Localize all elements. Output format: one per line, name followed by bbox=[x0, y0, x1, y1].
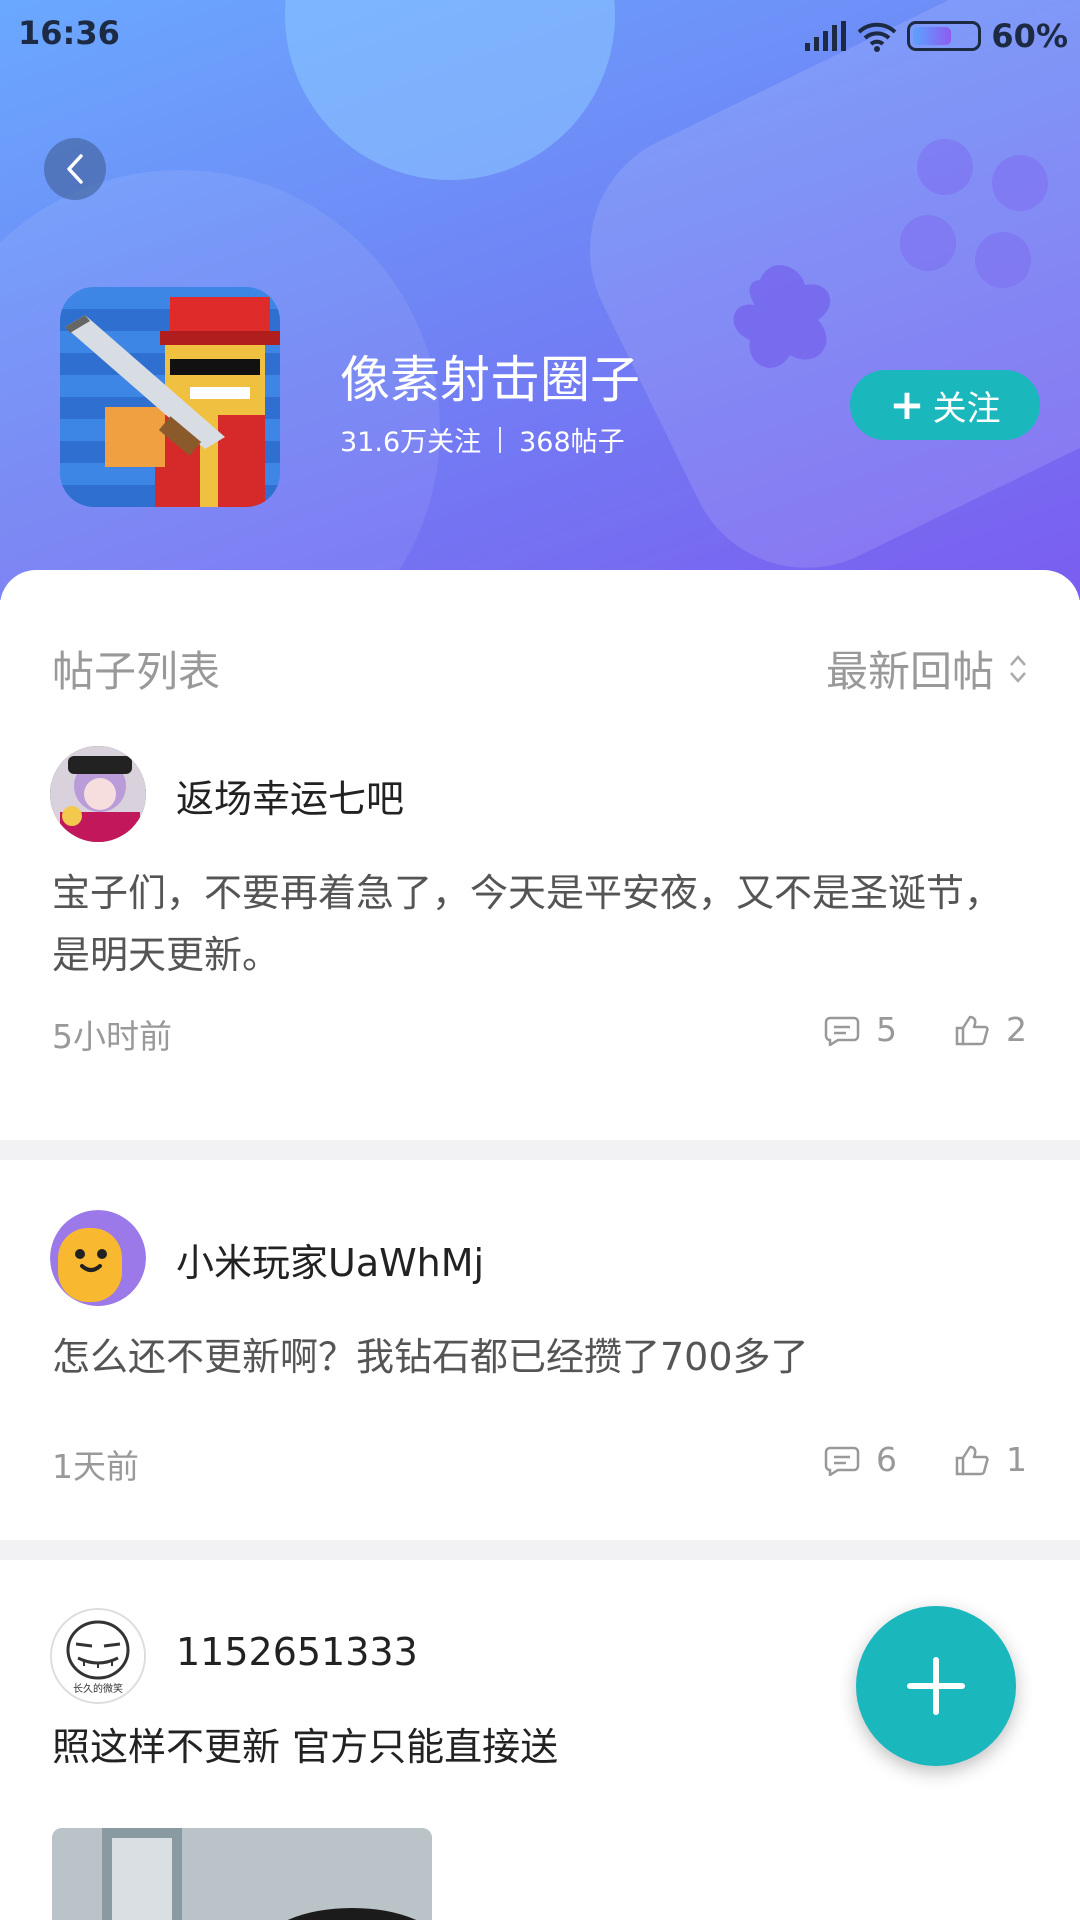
sort-label: 最新回帖 bbox=[825, 647, 994, 696]
avatar[interactable] bbox=[50, 746, 146, 842]
new-post-button[interactable] bbox=[856, 1606, 1016, 1766]
back-button[interactable] bbox=[44, 138, 106, 200]
battery-level: 60% bbox=[991, 17, 1068, 55]
emoji-avatar-art bbox=[50, 1210, 146, 1306]
avatar[interactable] bbox=[50, 1210, 146, 1306]
like-count: 1 bbox=[1006, 1440, 1027, 1479]
anime-avatar-art bbox=[50, 746, 146, 842]
post-item[interactable]: 返场幸运七吧 宝子们，不要再着急了，今天是平安夜，又不是圣诞节，是明天更新。 5… bbox=[0, 720, 1080, 1140]
like-count: 2 bbox=[1006, 1010, 1027, 1049]
plus-icon bbox=[907, 1657, 965, 1715]
post-divider bbox=[0, 1140, 1080, 1160]
post-divider bbox=[0, 1540, 1080, 1560]
follow-button[interactable]: + 关注 bbox=[850, 370, 1040, 440]
avatar[interactable]: 长久的微笑 bbox=[50, 1608, 146, 1704]
post-author[interactable]: 1152651333 bbox=[176, 1630, 418, 1674]
comment-count: 6 bbox=[876, 1440, 897, 1479]
stats-divider bbox=[499, 426, 502, 453]
like-button[interactable]: 1 bbox=[954, 1440, 1027, 1479]
post-image[interactable] bbox=[52, 1828, 432, 1920]
follow-label: 关注 bbox=[932, 388, 1001, 429]
status-bar: 16:36 60% bbox=[0, 0, 1080, 72]
comment-button[interactable]: 6 bbox=[824, 1440, 897, 1479]
pixel-gunner-art bbox=[65, 297, 280, 507]
battery-icon bbox=[907, 21, 982, 51]
thumbs-up-icon bbox=[955, 1015, 989, 1045]
follower-count: 31.6万关注 bbox=[340, 427, 482, 458]
wifi-icon bbox=[858, 22, 897, 52]
post-author[interactable]: 返场幸运七吧 bbox=[176, 768, 404, 823]
post-time: 5小时前 bbox=[52, 1017, 172, 1056]
signal-icon bbox=[805, 21, 847, 51]
post-count: 368帖子 bbox=[519, 427, 625, 458]
comment-icon bbox=[824, 1016, 860, 1046]
post-time: 1天前 bbox=[52, 1447, 139, 1486]
sort-button[interactable]: 最新回帖 bbox=[826, 638, 1028, 699]
post-text: 宝子们，不要再着急了，今天是平安夜，又不是圣诞节，是明天更新。 bbox=[52, 871, 1003, 977]
thumbs-up-icon bbox=[955, 1445, 989, 1475]
list-header: 帖子列表 最新回帖 bbox=[0, 570, 1080, 720]
avatar-caption: 长久的微笑 bbox=[73, 1682, 123, 1695]
post-author[interactable]: 小米玩家UaWhMj bbox=[176, 1232, 484, 1287]
meme-face-avatar-art: 长久的微笑 bbox=[52, 1610, 144, 1702]
like-button[interactable]: 2 bbox=[954, 1010, 1027, 1049]
circle-header: 16:36 60% 像素射击圈子 31.6万关注 368帖子 + 关注 bbox=[0, 0, 1080, 600]
game-icon bbox=[60, 287, 280, 507]
chevron-left-icon bbox=[67, 154, 83, 184]
comment-button[interactable]: 5 bbox=[824, 1010, 897, 1049]
comment-count: 5 bbox=[876, 1010, 897, 1049]
comment-icon bbox=[824, 1446, 860, 1476]
plus-icon: + bbox=[889, 380, 925, 429]
list-title: 帖子列表 bbox=[52, 647, 221, 696]
post-item[interactable]: 小米玩家UaWhMj 怎么还不更新啊？我钻石都已经攒了700多了 1天前 6 1 bbox=[0, 1160, 1080, 1540]
photo-thumbnail bbox=[52, 1828, 432, 1920]
sort-updown-icon bbox=[1010, 654, 1026, 683]
status-time: 16:36 bbox=[18, 14, 120, 52]
post-text: 怎么还不更新啊？我钻石都已经攒了700多了 bbox=[52, 1335, 809, 1379]
circle-stats: 31.6万关注 368帖子 bbox=[340, 420, 625, 459]
circle-title: 像素射击圈子 bbox=[340, 351, 640, 409]
